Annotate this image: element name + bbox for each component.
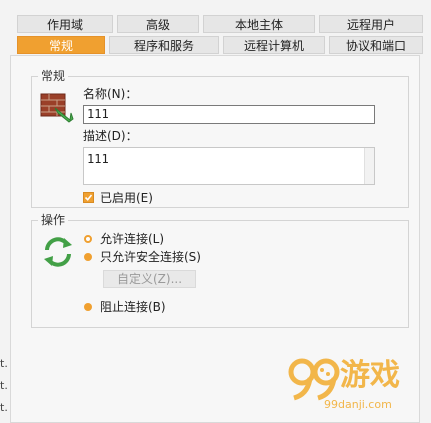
tab-remote-users[interactable]: 远程用户 xyxy=(319,15,423,33)
side-fragment-2: t. xyxy=(0,379,8,392)
side-fragment-3: t. xyxy=(0,401,8,414)
tab-programs-services[interactable]: 程序和服务 xyxy=(109,36,219,54)
description-text: 111 xyxy=(87,152,109,166)
watermark-url: 99danji.com xyxy=(324,398,392,411)
general-group: 常规 名称(N)： 111 描述(D)： 111 已启用(E) xyxy=(31,69,409,208)
tab-scope[interactable]: 作用域 xyxy=(17,15,113,33)
watermark: 游戏 99danji.com xyxy=(288,356,428,414)
watermark-brand: 游戏 xyxy=(340,358,400,393)
allow-secure-label: 只允许安全连接(S) xyxy=(100,250,201,264)
name-label: 名称(N)： xyxy=(83,87,138,101)
general-group-title: 常规 xyxy=(38,69,69,83)
rule-properties-dialog: 作用域 高级 本地主体 远程用户 常规 程序和服务 远程计算机 协议和端口 常规 xyxy=(0,0,431,423)
enabled-checkbox[interactable] xyxy=(83,192,94,203)
side-fragment-1: t. xyxy=(0,357,8,370)
block-connection-label: 阻止连接(B) xyxy=(100,300,166,314)
description-scrollbar[interactable] xyxy=(364,148,374,184)
refresh-arrows-icon xyxy=(41,235,75,269)
tab-advanced[interactable]: 高级 xyxy=(117,15,199,33)
name-input[interactable]: 111 xyxy=(83,105,375,124)
allow-connection-label: 允许连接(L) xyxy=(100,232,165,246)
allow-connection-radio[interactable] xyxy=(84,235,92,243)
action-group: 操作 允许连接(L) 只允许安全连接(S) 自定义(Z)... 阻止连接(B) xyxy=(31,213,409,328)
description-label: 描述(D)： xyxy=(83,129,138,143)
tab-general[interactable]: 常规 xyxy=(17,36,105,54)
firewall-rule-icon xyxy=(40,89,74,123)
action-group-title: 操作 xyxy=(38,213,69,227)
tab-remote-computers[interactable]: 远程计算机 xyxy=(223,36,325,54)
watermark-logo-icon xyxy=(288,356,340,402)
customize-button[interactable]: 自定义(Z)... xyxy=(103,270,196,288)
block-connection-radio[interactable] xyxy=(84,303,92,311)
enabled-label: 已启用(E) xyxy=(100,191,153,205)
description-textarea[interactable]: 111 xyxy=(83,147,375,185)
tab-protocols-ports[interactable]: 协议和端口 xyxy=(329,36,423,54)
tab-local-principals[interactable]: 本地主体 xyxy=(203,15,315,33)
allow-secure-radio[interactable] xyxy=(84,253,92,261)
